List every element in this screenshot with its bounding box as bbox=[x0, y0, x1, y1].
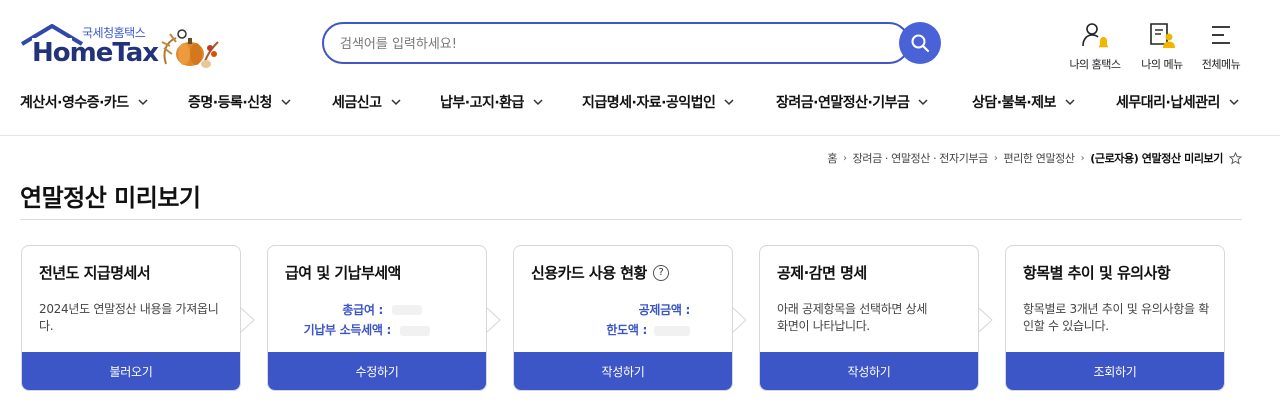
my-hometax-link[interactable]: 나의 홈택스 bbox=[1060, 20, 1130, 72]
card-title-wrap: 신용카드 사용 현황 ? bbox=[531, 262, 669, 283]
deduction-amount-label: 공제금액 : bbox=[638, 303, 691, 317]
search-input[interactable] bbox=[340, 33, 880, 55]
paid-income-tax-value bbox=[400, 326, 430, 336]
card-description: 항목별로 3개년 추이 및 유의사항을 확인할 수 있습니다. bbox=[1023, 302, 1210, 333]
chevron-right-icon bbox=[978, 307, 993, 333]
card-credit-card-usage: 신용카드 사용 현황 ? 공제금액 : 한도액 : 작성하기 bbox=[513, 245, 733, 391]
nav-item-statements[interactable]: 지급명세·자료·공익법인 bbox=[582, 92, 735, 112]
help-icon[interactable]: ? bbox=[652, 264, 669, 281]
page-title: 연말정산 미리보기 bbox=[20, 184, 201, 212]
nav-label: 세무대리·납세관리 bbox=[1116, 95, 1220, 111]
card-deduction-exemption: 공제·감면 명세 아래 공제항목을 선택하면 상세화면이 나타납니다. 작성하기 bbox=[759, 245, 979, 391]
card-title: 신용카드 사용 현황 bbox=[531, 264, 647, 282]
favorite-star-icon[interactable] bbox=[1229, 151, 1242, 165]
chevron-down-icon bbox=[138, 99, 148, 106]
card-salary-tax-paid: 급여 및 기납부세액 총급여 : 기납부 소득세액 : 수정하기 bbox=[267, 245, 487, 391]
nav-label: 상담·불복·제보 bbox=[972, 95, 1056, 111]
breadcrumb: 홈 › 장려금 · 연말정산 · 전자기부금 › 편리한 연말정산 › (근로자… bbox=[827, 150, 1242, 166]
book-user-icon bbox=[1150, 23, 1175, 48]
breadcrumb-current: (근로자용) 연말정산 미리보기 bbox=[1090, 152, 1223, 165]
card-title: 항목별 추이 및 유의사항 bbox=[1023, 264, 1171, 282]
breadcrumb-separator-icon: › bbox=[993, 152, 998, 164]
main-navigation: 계산서·영수증·카드 증명·등록·신청 세금신고 납부·고지·환급 지급명세·자… bbox=[0, 88, 1280, 120]
nav-label: 계산서·영수증·카드 bbox=[20, 95, 129, 111]
chevron-right-icon bbox=[240, 307, 255, 333]
nav-label: 증명·등록·신청 bbox=[188, 95, 272, 111]
search-icon bbox=[911, 34, 930, 53]
nav-item-payment[interactable]: 납부·고지·환급 bbox=[440, 92, 544, 112]
load-button[interactable]: 불러오기 bbox=[22, 352, 240, 390]
chevron-down-icon bbox=[1229, 99, 1239, 106]
hamburger-menu-icon bbox=[1212, 26, 1230, 44]
total-salary-value bbox=[392, 305, 422, 315]
chevron-down-icon bbox=[1065, 99, 1075, 106]
nav-item-certificates[interactable]: 증명·등록·신청 bbox=[188, 92, 292, 112]
nav-item-tax-agent[interactable]: 세무대리·납세관리 bbox=[1116, 92, 1240, 112]
chevron-down-icon bbox=[724, 99, 734, 106]
chevron-down-icon bbox=[918, 99, 928, 106]
breadcrumb-item[interactable]: 장려금 · 연말정산 · 전자기부금 bbox=[853, 150, 989, 166]
card-description: 아래 공제항목을 선택하면 상세화면이 나타납니다. bbox=[777, 302, 928, 333]
breadcrumb-separator-icon: › bbox=[843, 152, 847, 164]
card-item-trends: 항목별 추이 및 유의사항 항목별로 3개년 추이 및 유의사항을 확인할 수 … bbox=[1005, 245, 1225, 391]
header: 국세청홈택스 HomeTax 검색어를 입력하세요! 나의 홈택스 나의 메뉴 … bbox=[0, 0, 1280, 136]
nav-label: 납부·고지·환급 bbox=[440, 95, 524, 111]
card-title: 공제·감면 명세 bbox=[777, 264, 867, 282]
search-button[interactable] bbox=[899, 22, 941, 64]
chevron-right-icon bbox=[732, 307, 747, 333]
user-bell-icon bbox=[1082, 23, 1108, 48]
nav-item-consultation[interactable]: 상담·불복·제보 bbox=[972, 92, 1076, 112]
card-prior-year-statement: 전년도 지급명세서 2024년도 연말정산 내용을 가져옵니다. 불러오기 bbox=[21, 245, 241, 391]
all-menu-label: 전체메뉴 bbox=[1201, 58, 1241, 71]
nav-item-tax-filing[interactable]: 세금신고 bbox=[332, 92, 402, 112]
logo-main-text: HomeTax bbox=[32, 38, 159, 68]
card-title: 전년도 지급명세서 bbox=[39, 264, 151, 282]
nav-item-receipts[interactable]: 계산서·영수증·카드 bbox=[20, 92, 149, 112]
all-menu-button[interactable]: 전체메뉴 bbox=[1186, 20, 1256, 72]
chevron-right-icon bbox=[486, 307, 501, 333]
my-hometax-label: 나의 홈택스 bbox=[1069, 58, 1121, 71]
title-divider bbox=[20, 219, 1242, 220]
pumpkin-decoration-icon bbox=[161, 29, 219, 68]
card-description: 2024년도 연말정산 내용을 가져옵니다. bbox=[39, 302, 219, 333]
breadcrumb-separator-icon: › bbox=[1080, 152, 1085, 164]
total-salary-label: 총급여 : bbox=[342, 303, 383, 317]
nav-label: 장려금·연말정산·기부금 bbox=[776, 95, 910, 111]
nav-item-year-end[interactable]: 장려금·연말정산·기부금 bbox=[776, 92, 929, 112]
chevron-down-icon bbox=[391, 99, 401, 106]
breadcrumb-item[interactable]: 편리한 연말정산 bbox=[1003, 150, 1075, 166]
hometax-logo[interactable]: 국세청홈택스 HomeTax bbox=[20, 22, 220, 68]
limit-amount-value bbox=[654, 326, 690, 336]
view-button[interactable]: 조회하기 bbox=[1006, 352, 1224, 390]
write-button[interactable]: 작성하기 bbox=[514, 352, 732, 390]
limit-amount-label: 한도액 : bbox=[606, 323, 647, 337]
edit-button[interactable]: 수정하기 bbox=[268, 352, 486, 390]
breadcrumb-home[interactable]: 홈 bbox=[827, 150, 837, 166]
search-box bbox=[322, 22, 910, 64]
nav-label: 세금신고 bbox=[332, 95, 382, 111]
paid-income-tax-label: 기납부 소득세액 : bbox=[303, 323, 392, 337]
chevron-down-icon bbox=[533, 99, 543, 106]
write-button[interactable]: 작성하기 bbox=[760, 352, 978, 390]
card-title: 급여 및 기납부세액 bbox=[285, 264, 401, 282]
chevron-down-icon bbox=[281, 99, 291, 106]
nav-label: 지급명세·자료·공익법인 bbox=[582, 95, 716, 111]
